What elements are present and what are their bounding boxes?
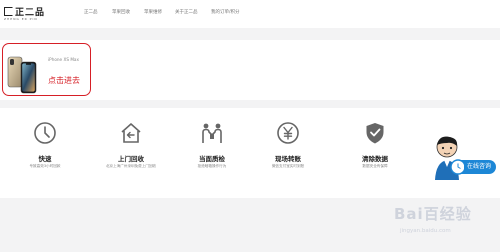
logo-subtitle: ZHENG ER PIN	[4, 17, 38, 21]
feature-title: 现场转账	[275, 155, 301, 163]
feature-title: 清除数据	[362, 155, 388, 163]
site-header: 正二品 ZHENG ER PIN 正二品 苹果回收 苹果维修 关于正二品 我的订…	[0, 0, 500, 28]
feature-title: 当面质检	[199, 155, 225, 163]
features-section: 快速 专致高效3小时回款 上门回收 北京上海广州深圳免费上门回收 当面质检 拒绝…	[0, 108, 500, 198]
product-section: iPhone XS Max 点击进去	[0, 40, 500, 100]
nav-item-recycle[interactable]: 苹果回收	[112, 9, 130, 15]
watermark-text: Bai百经验	[394, 205, 472, 223]
feature-desc: 微信支付宝实时到账	[271, 164, 305, 168]
nav-item-about[interactable]: 关于正二品	[175, 9, 198, 15]
feature-title: 快速	[38, 155, 52, 163]
shield-check-icon	[366, 123, 384, 144]
product-name: iPhone XS Max	[48, 57, 79, 62]
home-return-icon	[121, 123, 141, 143]
yen-circle-icon	[277, 122, 299, 144]
feature-home-pickup: 上门回收 北京上海广州深圳免费上门回收	[91, 108, 171, 198]
nav-item-repair[interactable]: 苹果维修	[144, 9, 162, 15]
feature-transfer: 现场转账 微信支付宝实时到账	[248, 108, 328, 198]
watermark: Bai百经验 jingyan.baidu.com	[386, 203, 500, 249]
feature-inspection: 当面质检 拒绝暗箱操作行为	[172, 108, 252, 198]
inspect-people-icon	[202, 123, 222, 143]
nav-item-home[interactable]: 正二品	[84, 9, 98, 15]
feature-desc: 拒绝暗箱操作行为	[197, 164, 227, 168]
nav-item-orders[interactable]: 我的订单/积分	[211, 9, 240, 15]
feature-title: 上门回收	[118, 155, 144, 163]
site-logo[interactable]: 正二品 ZHENG ER PIN	[4, 6, 48, 23]
product-enter-link[interactable]: 点击进去	[48, 75, 80, 86]
iphone-product-image	[7, 56, 37, 94]
clock-icon	[34, 122, 56, 144]
service-agent-icon	[435, 136, 464, 180]
feature-desc: 专致高效3小时回款	[29, 164, 61, 168]
feature-data-wipe: 清除数据 数据安全有保障	[335, 108, 415, 198]
online-service-widget[interactable]: 在线咨询	[430, 134, 500, 182]
product-card[interactable]: iPhone XS Max 点击进去	[2, 43, 91, 96]
watermark-url: jingyan.baidu.com	[400, 228, 451, 234]
feature-desc: 北京上海广州深圳免费上门回收	[105, 164, 157, 168]
logo-mark-icon	[4, 7, 13, 16]
feature-fast: 快速 专致高效3小时回款	[5, 108, 85, 198]
feature-desc: 数据安全有保障	[362, 164, 388, 168]
